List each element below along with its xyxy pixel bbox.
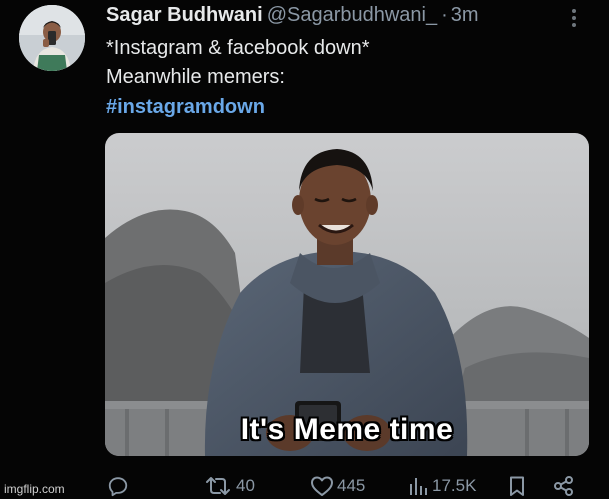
tweet-text-line-2: Meanwhile memers: bbox=[106, 66, 285, 88]
tweet-header: Sagar Budhwani @Sagarbudhwani_ · 3m bbox=[106, 2, 479, 28]
bookmark-button[interactable] bbox=[507, 474, 527, 498]
meme-caption: It's Meme time bbox=[240, 413, 454, 446]
heart-icon bbox=[311, 476, 333, 496]
header-separator: · bbox=[441, 4, 448, 26]
views-icon bbox=[410, 478, 427, 495]
tweet-card: Sagar Budhwani @Sagarbudhwani_ · 3m *Instag… bbox=[0, 0, 609, 499]
more-options-icon[interactable] bbox=[566, 6, 582, 32]
meme-image bbox=[105, 133, 589, 456]
views-button[interactable]: 17.5K bbox=[407, 474, 476, 498]
bookmark-icon bbox=[510, 476, 524, 496]
author-avatar[interactable] bbox=[19, 5, 85, 71]
tweet-timestamp[interactable]: 3m bbox=[451, 4, 479, 26]
reply-icon bbox=[108, 477, 128, 497]
hashtag-link[interactable]: #instagramdown bbox=[106, 94, 265, 120]
tweet-text-line-1: *Instagram & facebook down* bbox=[106, 37, 370, 59]
reply-button[interactable] bbox=[107, 474, 129, 498]
retweet-button[interactable]: 40 bbox=[203, 474, 255, 498]
view-count: 17.5K bbox=[432, 476, 477, 495]
author-handle[interactable]: @Sagarbudhwani_ bbox=[267, 4, 437, 26]
share-icon bbox=[554, 476, 573, 496]
author-name[interactable]: Sagar Budhwani bbox=[106, 4, 263, 26]
avatar-image bbox=[19, 5, 85, 71]
like-count: 445 bbox=[337, 476, 366, 495]
retweet-icon bbox=[206, 477, 230, 495]
tweet-action-bar: 40 445 17.5K bbox=[0, 474, 609, 498]
imgflip-watermark: imgflip.com bbox=[4, 482, 65, 496]
share-button[interactable] bbox=[553, 474, 575, 498]
tweet-media[interactable]: It's Meme time bbox=[105, 133, 589, 456]
like-button[interactable]: 445 bbox=[310, 474, 365, 498]
retweet-count: 40 bbox=[236, 476, 255, 495]
